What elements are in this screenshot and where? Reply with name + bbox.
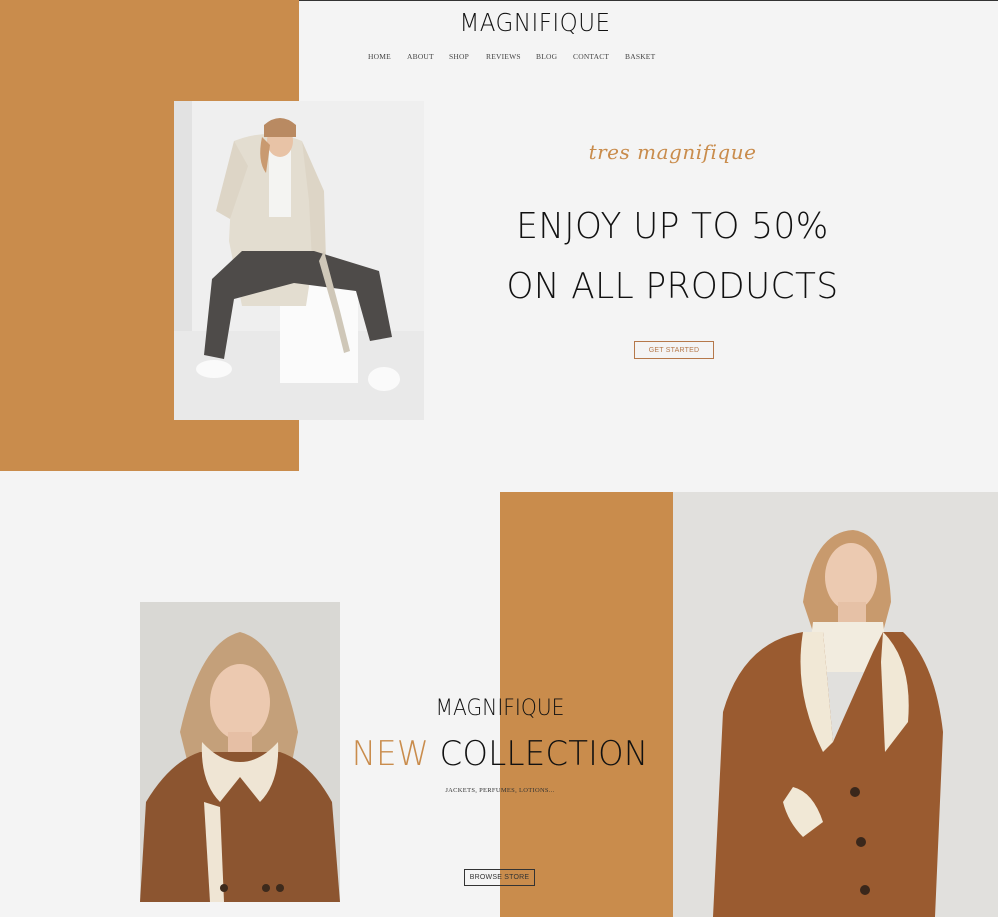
- get-started-button[interactable]: GET STARTED: [634, 341, 714, 359]
- new-collection-title: NEW COLLECTION: [348, 734, 652, 774]
- nav-about[interactable]: ABOUT: [407, 52, 434, 61]
- collection-brand: MAGNIFIQUE: [435, 696, 565, 721]
- hero-headline-line-1: ENJOY UP TO 50%: [516, 206, 829, 247]
- nav-reviews[interactable]: REVIEWS: [486, 52, 521, 61]
- hero-model-photo: [174, 101, 424, 420]
- hero-headline-line-2: ON ALL PRODUCTS: [506, 266, 839, 307]
- new-collection-rest: COLLECTION: [439, 734, 649, 774]
- nav-contact[interactable]: CONTACT: [573, 52, 609, 61]
- nav-blog[interactable]: BLOG: [536, 52, 557, 61]
- main-nav: HOME ABOUT SHOP REVIEWS BLOG CONTACT BAS…: [0, 52, 998, 64]
- nav-home[interactable]: HOME: [368, 52, 391, 61]
- browse-store-button[interactable]: BROWSE STORE: [464, 869, 535, 886]
- nav-basket[interactable]: BASKET: [625, 52, 655, 61]
- nav-shop[interactable]: SHOP: [449, 52, 469, 61]
- hero-script-tagline: tres magnifique: [588, 140, 757, 164]
- collection-model-photo-right: [673, 492, 998, 917]
- site-logo[interactable]: MAGNIFIQUE: [411, 8, 659, 37]
- new-collection-accent: NEW: [351, 734, 430, 774]
- collection-subtitle: JACKETS, PERFUMES, LOTIONS...: [445, 787, 555, 794]
- collection-model-photo-left: [140, 602, 340, 902]
